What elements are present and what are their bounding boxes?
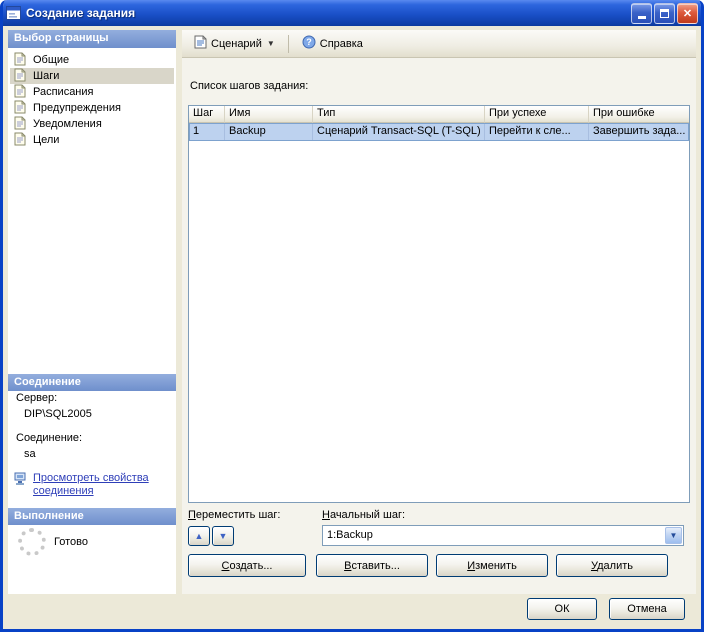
connection-section-header: Соединение [8,374,176,391]
help-button[interactable]: ? Справка [296,31,369,56]
start-step-combobox[interactable]: 1:Backup ▼ [322,525,684,546]
close-button[interactable]: ✕ [677,2,698,24]
insert-step-label: Вставить... [344,559,400,572]
cancel-button[interactable]: Отмена [609,598,685,620]
delete-step-label: Удалить [590,559,633,572]
toolbar-separator [287,34,289,53]
sidebar-item-general[interactable]: Общие [10,52,174,68]
help-icon: ? [302,35,316,52]
column-header-on-failure[interactable]: При ошибке [589,106,689,123]
cell-on-success: Перейти к сле... [485,123,589,141]
column-header-step[interactable]: Шаг [189,106,225,123]
create-step-label: Создать... [221,559,273,572]
page-icon [14,68,26,85]
table-header-row: Шаг Имя Тип При успехе При ошибке [189,106,689,123]
server-value: DIP\SQL2005 [24,408,92,420]
title-bar[interactable]: Создание задания ✕ [3,0,701,26]
cell-name: Backup [225,123,313,141]
close-icon: ✕ [682,7,693,20]
maximize-button[interactable] [654,2,675,24]
steps-list-label: Список шагов задания: [190,80,309,92]
edit-step-button[interactable]: Изменить [436,554,548,577]
column-header-on-success[interactable]: При успехе [485,106,589,123]
script-button[interactable]: Сценарий ▼ [188,31,281,56]
page-icon [14,132,26,149]
sidebar: Выбор страницы Общие Шаги Расписания Пре… [8,30,176,594]
connection-properties-icon [14,472,29,498]
page-icon [14,116,26,133]
dropdown-arrow-icon: ▼ [669,531,678,540]
sidebar-item-label: Предупреждения [33,102,121,114]
cell-step: 1 [189,123,225,141]
sidebar-item-label: Общие [33,54,70,66]
column-header-name[interactable]: Имя [225,106,313,123]
progress-spinner-icon [18,528,46,556]
minimize-button[interactable] [631,2,652,24]
server-label: Сервер: [16,392,58,404]
sidebar-item-steps[interactable]: Шаги [10,68,174,84]
start-step-label: Начальный шаг: [322,509,406,521]
ok-button-label: ОК [554,603,570,615]
svg-text:?: ? [306,37,312,47]
down-arrow-icon: ▼ [218,530,228,541]
table-row[interactable]: 1 Backup Сценарий Transact-SQL (T-SQL) П… [189,123,689,141]
window-icon [6,6,21,20]
maximize-icon [660,8,669,18]
page-icon [14,52,26,69]
dialog-body: Выбор страницы Общие Шаги Расписания Пре… [3,26,701,629]
sidebar-item-label: Уведомления [33,118,102,130]
toolbar: Сценарий ▼ ? Справка [182,30,696,58]
column-header-type[interactable]: Тип [313,106,485,123]
progress-section-header: Выполнение [8,508,176,525]
view-connection-properties-link[interactable]: Просмотреть свойства соединения [14,472,170,498]
link-text: Просмотреть свойства соединения [33,472,149,497]
connection-label: Соединение: [16,432,83,444]
delete-step-button[interactable]: Удалить [556,554,668,577]
sidebar-item-label: Расписания [33,86,94,98]
edit-step-label: Изменить [467,559,517,572]
ok-button[interactable]: ОК [527,598,597,620]
sidebar-item-alerts[interactable]: Предупреждения [10,100,174,116]
create-step-button[interactable]: Создать... [188,554,306,577]
cell-type: Сценарий Transact-SQL (T-SQL) [313,123,485,141]
cancel-button-label: Отмена [627,603,667,615]
move-down-button[interactable]: ▼ [212,526,234,546]
page-icon [14,100,26,117]
move-up-button[interactable]: ▲ [188,526,210,546]
combobox-dropdown-button[interactable]: ▼ [665,527,682,544]
sidebar-item-targets[interactable]: Цели [10,132,174,148]
move-step-label: Переместить шаг: [188,509,281,521]
page-list: Общие Шаги Расписания Предупреждения Уве… [10,52,174,148]
new-job-dialog: Создание задания ✕ Выбор страницы Общие … [0,0,704,632]
chevron-down-icon: ▼ [266,39,275,48]
sidebar-item-label: Шаги [33,70,60,82]
script-icon [194,35,207,52]
start-step-value: 1:Backup [327,529,373,541]
cell-on-failure: Завершить зада... [593,125,686,137]
progress-status: Готово [54,536,88,548]
page-icon [14,84,26,101]
steps-table: Шаг Имя Тип При успехе При ошибке 1 Back… [188,105,690,503]
up-arrow-icon: ▲ [194,530,204,541]
help-button-label: Справка [319,37,363,50]
sidebar-item-schedules[interactable]: Расписания [10,84,174,100]
pages-section-header: Выбор страницы [8,30,176,48]
minimize-icon [637,16,646,19]
connection-value: sa [24,448,36,460]
insert-step-button[interactable]: Вставить... [316,554,428,577]
main-panel: Сценарий ▼ ? Справка Список шагов задани… [182,30,696,594]
window-title: Создание задания [26,6,136,20]
sidebar-item-notifications[interactable]: Уведомления [10,116,174,132]
sidebar-item-label: Цели [33,134,60,146]
script-button-label: Сценарий [211,37,262,50]
